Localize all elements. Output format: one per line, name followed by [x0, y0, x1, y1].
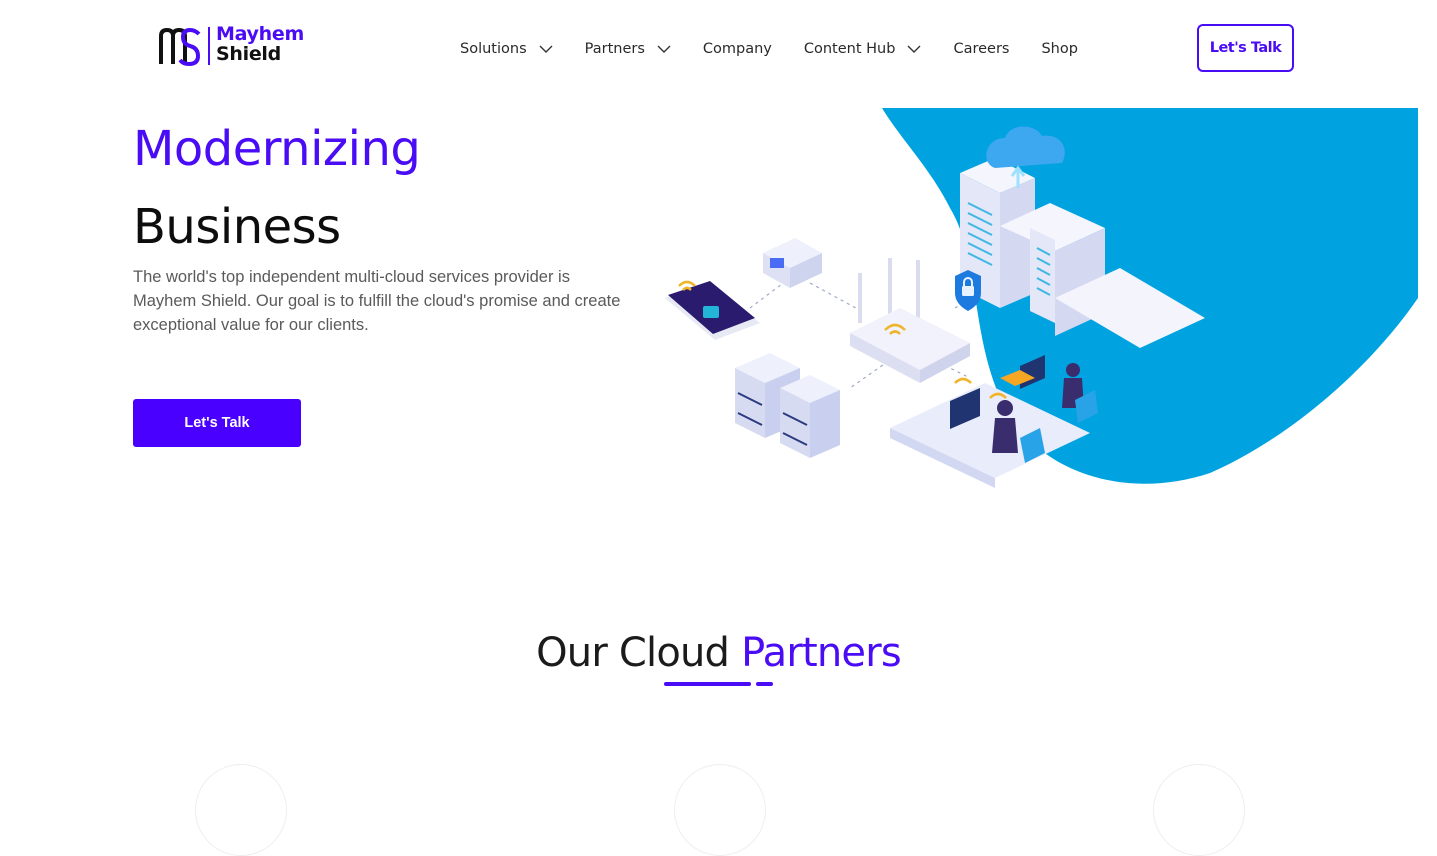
- nav-item-careers[interactable]: Careers: [953, 41, 1009, 57]
- hero-title: Business: [133, 199, 341, 255]
- logo-divider: [208, 27, 210, 65]
- hero-description: The world's top independent multi-cloud …: [133, 268, 621, 334]
- nav-item-label: Content Hub: [803, 41, 896, 57]
- top-navigation: Mayhem Shield Solutions Partners Company…: [0, 0, 1437, 97]
- cloud-network-illustration: [665, 108, 1418, 488]
- nav-item-solutions[interactable]: Solutions: [460, 41, 553, 57]
- nav-item-label: Solutions: [460, 41, 527, 57]
- server-stack: [735, 353, 840, 458]
- logo-text-line2: Shield: [216, 43, 281, 65]
- router-device: [850, 258, 970, 383]
- lets-talk-hero-button[interactable]: Let's Talk: [133, 399, 301, 447]
- main-menu: Solutions Partners Company Content Hub C…: [460, 38, 1078, 60]
- lets-talk-nav-button[interactable]: Let's Talk: [1197, 24, 1294, 72]
- partner-logo-card[interactable]: [195, 764, 287, 856]
- nav-item-shop[interactable]: Shop: [1041, 41, 1077, 57]
- title-underline: [664, 682, 751, 686]
- nav-item-label: Company: [702, 41, 772, 57]
- chevron-down-icon: [539, 45, 553, 53]
- nav-item-label: Careers: [953, 41, 1010, 57]
- nav-item-label: Shop: [1041, 41, 1078, 57]
- partners-section-title: Our Cloud Partners: [0, 628, 1437, 678]
- nav-item-partners[interactable]: Partners: [585, 41, 671, 57]
- partner-logo-card[interactable]: [674, 764, 766, 856]
- phone-device: [665, 280, 760, 340]
- logo-text-line1: Mayhem: [216, 23, 304, 45]
- nav-item-company[interactable]: Company: [703, 41, 772, 57]
- title-underline-dash: [756, 682, 773, 686]
- ms-monogram-icon: [159, 27, 201, 67]
- logo-wordmark: Mayhem Shield: [216, 24, 304, 64]
- brand-logo[interactable]: Mayhem Shield: [158, 24, 308, 70]
- hub-device: [763, 238, 822, 288]
- nav-item-label: Partners: [584, 41, 645, 57]
- nav-item-content-hub[interactable]: Content Hub: [804, 41, 922, 57]
- partners-title-highlight: Partners: [741, 630, 902, 676]
- chevron-down-icon: [907, 45, 921, 53]
- chevron-down-icon: [657, 45, 671, 53]
- partner-logo-card[interactable]: [1153, 764, 1245, 856]
- partners-title-part1: Our Cloud: [536, 630, 742, 676]
- hero-title-highlight: Modernizing: [133, 121, 421, 177]
